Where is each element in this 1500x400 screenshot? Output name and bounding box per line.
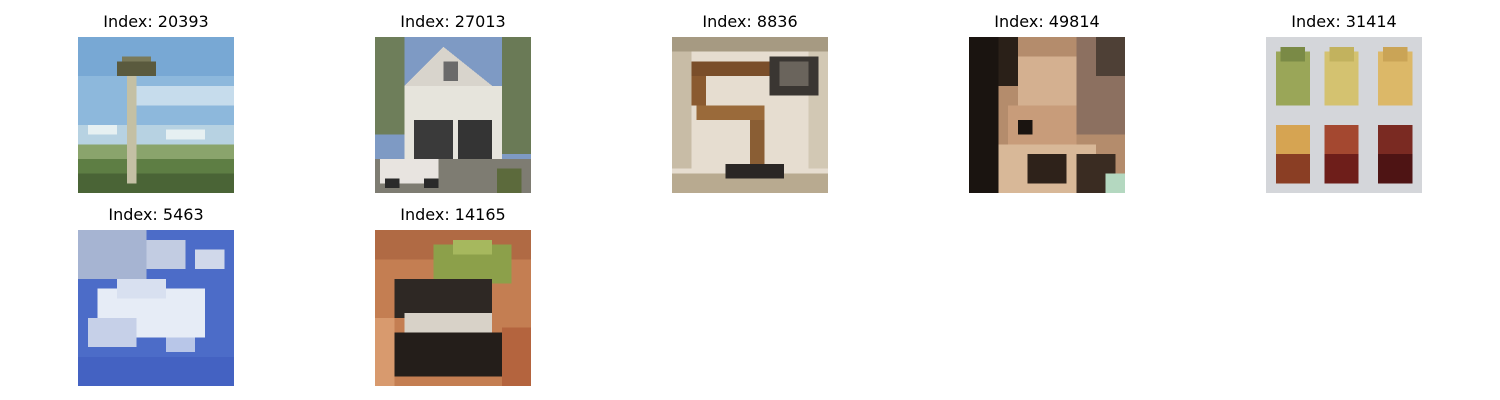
house-with-garage-image [375, 37, 531, 193]
image-title: Index: 31414 [1291, 12, 1397, 31]
clouds-in-sky-image [78, 230, 234, 386]
image-title: Index: 20393 [103, 12, 209, 31]
bird-nest-on-pole-image [78, 37, 234, 193]
desk-lamp-image [672, 37, 828, 193]
image-title: Index: 49814 [994, 12, 1100, 31]
image-title: Index: 27013 [400, 12, 506, 31]
image-title: Index: 5463 [108, 205, 204, 224]
image-grid-figure: { "images": [ {"title": "Index: 20393", … [0, 0, 1500, 400]
image-title: Index: 8836 [702, 12, 798, 31]
pears-image [1266, 37, 1422, 193]
squirrel-image [969, 37, 1125, 193]
skunk-image [375, 230, 531, 386]
image-title: Index: 14165 [400, 205, 506, 224]
